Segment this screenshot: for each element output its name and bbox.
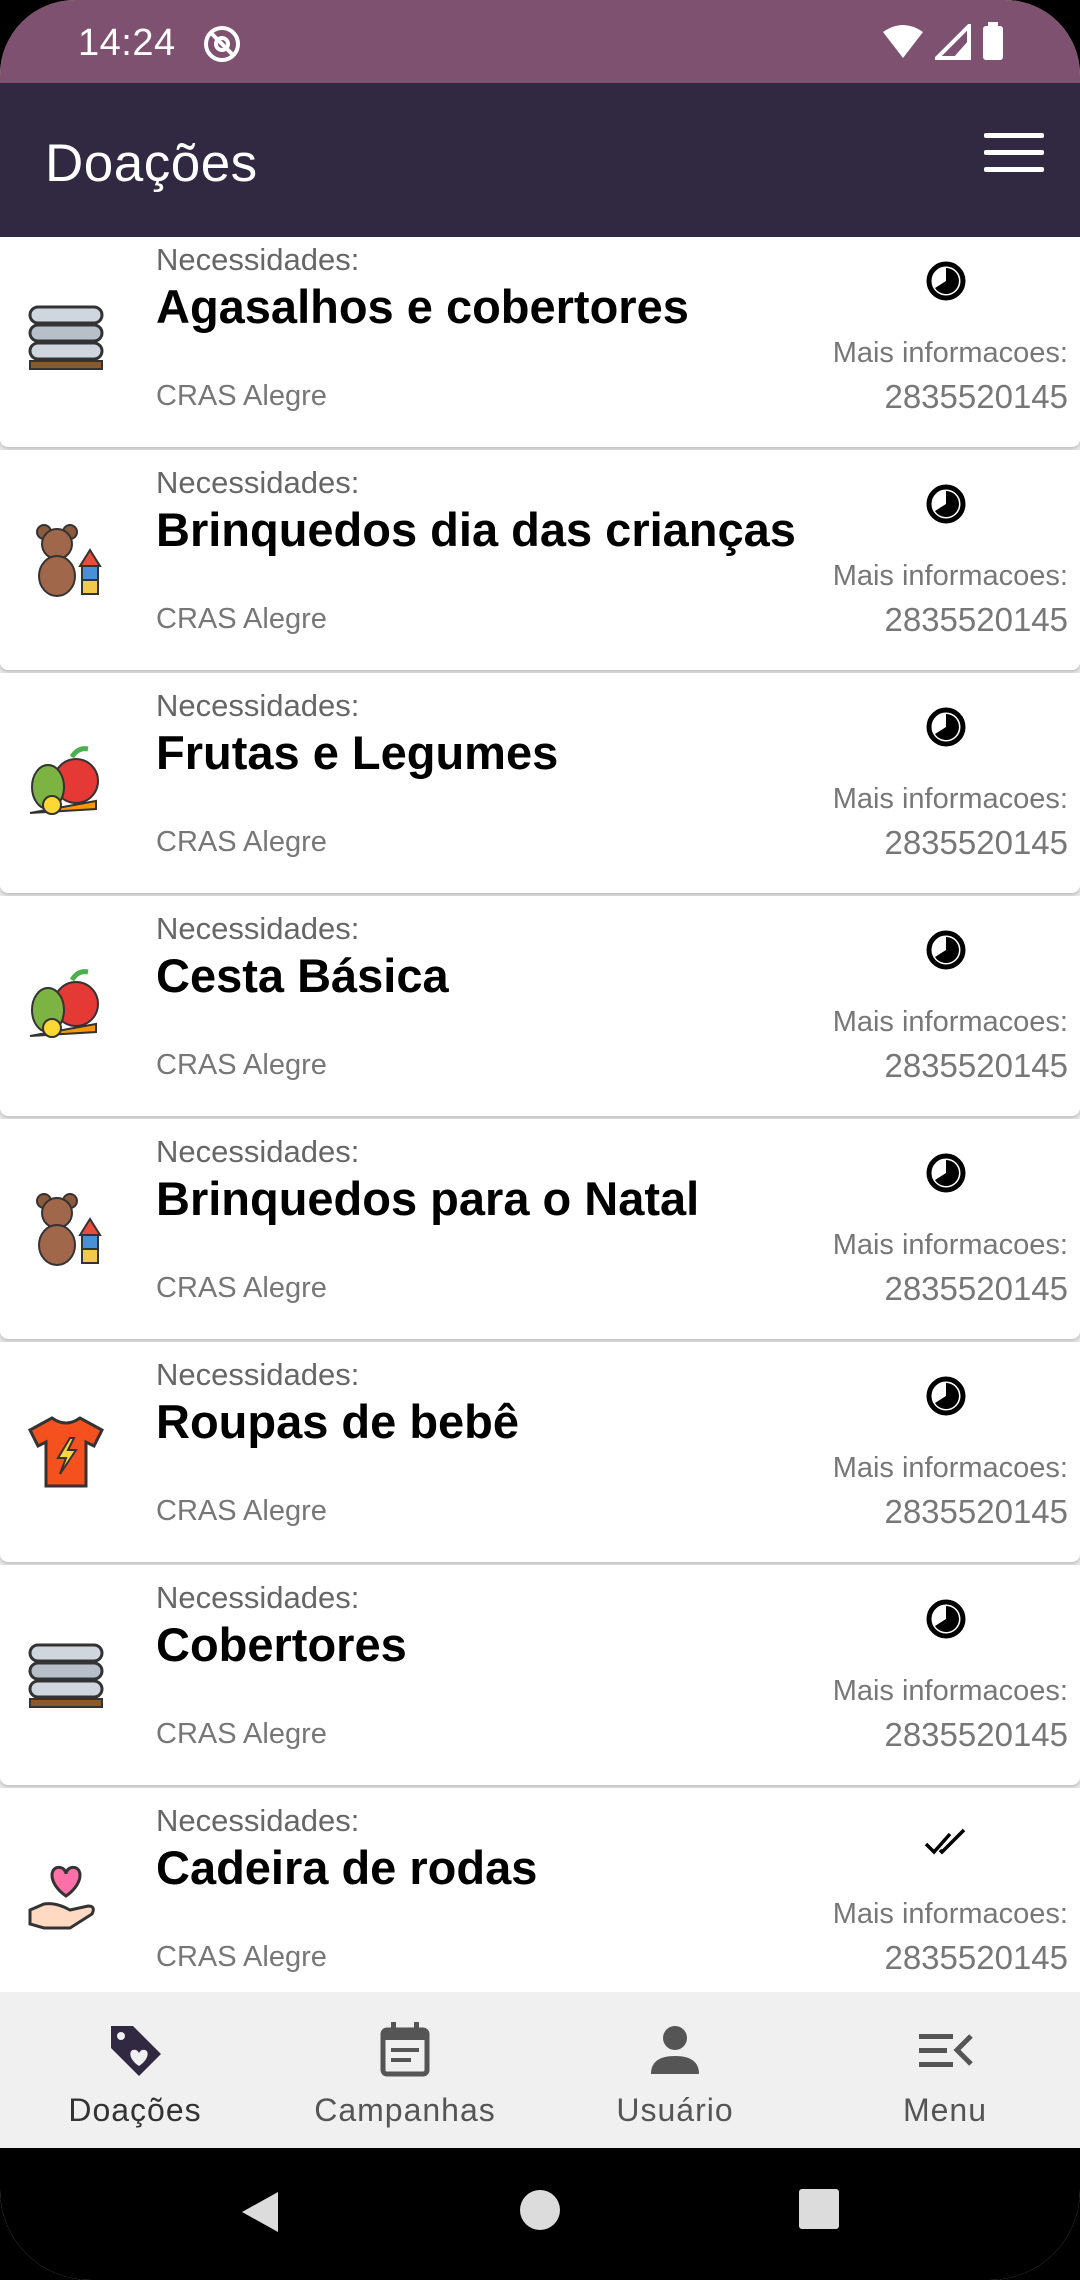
heart-hand-icon [28, 1865, 95, 1930]
card-organization: CRAS Alegre [156, 1272, 327, 1304]
in-progress-icon [926, 1599, 966, 1639]
recents-icon[interactable] [798, 2188, 840, 2230]
nav-item-campanhas[interactable]: Campanhas [270, 1992, 540, 2148]
contact-phone[interactable]: 2835520145 [884, 378, 1068, 416]
nav-label: Doações [68, 2092, 202, 2128]
card-caption: Necessidades: [156, 1357, 360, 1392]
contact-phone[interactable]: 2835520145 [884, 1047, 1068, 1085]
contact-phone[interactable]: 2835520145 [884, 1270, 1068, 1308]
card-organization: CRAS Alegre [156, 603, 327, 635]
tshirt-icon [28, 1416, 104, 1488]
hamburger-line [984, 150, 1044, 155]
in-progress-icon [926, 261, 966, 301]
tag-heart-icon [111, 2026, 161, 2076]
status-time: 14:24 [78, 22, 176, 64]
nav-label: Usuário [616, 2092, 734, 2128]
teddy-bear-icon [36, 1193, 102, 1266]
hamburger-line [984, 167, 1044, 172]
page-title: Doações [45, 134, 258, 193]
donation-card[interactable]: Necessidades: Frutas e Legumes CRAS Aleg… [0, 673, 1080, 893]
more-info-label: Mais informacoes: [832, 783, 1068, 815]
donation-card[interactable]: Necessidades: Cadeira de rodas CRAS Aleg… [0, 1788, 1080, 1992]
more-info-label: Mais informacoes: [832, 1452, 1068, 1484]
contact-phone[interactable]: 2835520145 [884, 1939, 1068, 1977]
card-caption: Necessidades: [156, 1580, 360, 1615]
more-info-label: Mais informacoes: [832, 1229, 1068, 1261]
stacked-blankets-icon [28, 1643, 104, 1708]
stacked-blankets-icon [28, 305, 104, 370]
nav-label: Campanhas [314, 2092, 496, 2128]
donation-card[interactable]: Necessidades: Roupas de bebê CRAS Alegre… [0, 1342, 1080, 1562]
donations-list[interactable]: Necessidades: Agasalhos e cobertores CRA… [0, 237, 1080, 1992]
in-progress-icon [926, 484, 966, 524]
donation-card[interactable]: Necessidades: Cobertores CRAS Alegre Mai… [0, 1565, 1080, 1785]
phone-screen: 14:24 Doações Necessidades: Agasalhos e … [0, 0, 1080, 2280]
card-caption: Necessidades: [156, 688, 360, 723]
fruits-vegetables-icon [29, 746, 99, 815]
system-navigation-bar [0, 2148, 1080, 2280]
donation-card[interactable]: Necessidades: Agasalhos e cobertores CRA… [0, 237, 1080, 447]
donation-card[interactable]: Necessidades: Brinquedos para o Natal CR… [0, 1119, 1080, 1339]
card-organization: CRAS Alegre [156, 1495, 327, 1527]
person-icon [651, 2026, 699, 2074]
hamburger-menu-button[interactable] [984, 133, 1044, 185]
card-title: Cadeira de rodas [156, 1841, 538, 1894]
calendar-icon [380, 2022, 430, 2077]
signal-icon [935, 24, 971, 60]
contact-phone[interactable]: 2835520145 [884, 601, 1068, 639]
card-caption: Necessidades: [156, 911, 360, 946]
more-info-label: Mais informacoes: [832, 1898, 1068, 1930]
wifi-icon [883, 25, 923, 58]
in-progress-icon [926, 1376, 966, 1416]
card-organization: CRAS Alegre [156, 1718, 327, 1750]
back-icon[interactable] [236, 2188, 284, 2236]
card-title: Brinquedos para o Natal [156, 1172, 700, 1225]
battery-icon [983, 22, 1003, 60]
nav-label: Menu [902, 2092, 988, 2128]
app-bar: Doações [0, 83, 1080, 237]
card-caption: Necessidades: [156, 1803, 360, 1838]
donation-card[interactable]: Necessidades: Cesta Básica CRAS Alegre M… [0, 896, 1080, 1116]
nav-item-doacoes[interactable]: Doações [0, 1992, 270, 2148]
card-caption: Necessidades: [156, 465, 360, 500]
fruits-vegetables-icon [29, 969, 99, 1038]
at-sign-icon [204, 26, 240, 62]
contact-phone[interactable]: 2835520145 [884, 1493, 1068, 1531]
card-caption: Necessidades: [156, 242, 360, 277]
in-progress-icon [926, 930, 966, 970]
home-icon[interactable] [518, 2188, 562, 2232]
more-info-label: Mais informacoes: [832, 1006, 1068, 1038]
card-organization: CRAS Alegre [156, 380, 327, 412]
status-icons [881, 22, 1005, 62]
in-progress-icon [926, 707, 966, 747]
menu-collapse-icon [919, 2034, 973, 2067]
card-organization: CRAS Alegre [156, 1941, 327, 1973]
teddy-bear-icon [36, 524, 102, 597]
double-check-icon [924, 1828, 966, 1855]
nav-item-usuario[interactable]: Usuário [540, 1992, 810, 2148]
hamburger-line [984, 133, 1044, 138]
donation-card[interactable]: Necessidades: Brinquedos dia das criança… [0, 450, 1080, 670]
card-organization: CRAS Alegre [156, 826, 327, 858]
more-info-label: Mais informacoes: [832, 1675, 1068, 1707]
card-title: Roupas de bebê [156, 1395, 520, 1448]
contact-phone[interactable]: 2835520145 [884, 1716, 1068, 1754]
bottom-navigation: Doações Campanhas Usuário Menu [0, 1992, 1080, 2148]
card-title: Cobertores [156, 1618, 407, 1671]
card-caption: Necessidades: [156, 1134, 360, 1169]
card-organization: CRAS Alegre [156, 1049, 327, 1081]
card-title: Frutas e Legumes [156, 726, 559, 779]
card-title: Agasalhos e cobertores [156, 280, 689, 333]
more-info-label: Mais informacoes: [832, 560, 1068, 592]
card-title: Cesta Básica [156, 949, 449, 1002]
status-bar: 14:24 [0, 0, 1080, 83]
in-progress-icon [926, 1153, 966, 1193]
more-info-label: Mais informacoes: [832, 337, 1068, 369]
card-title: Brinquedos dia das crianças [156, 503, 796, 556]
nav-item-menu[interactable]: Menu [810, 1992, 1080, 2148]
contact-phone[interactable]: 2835520145 [884, 824, 1068, 862]
